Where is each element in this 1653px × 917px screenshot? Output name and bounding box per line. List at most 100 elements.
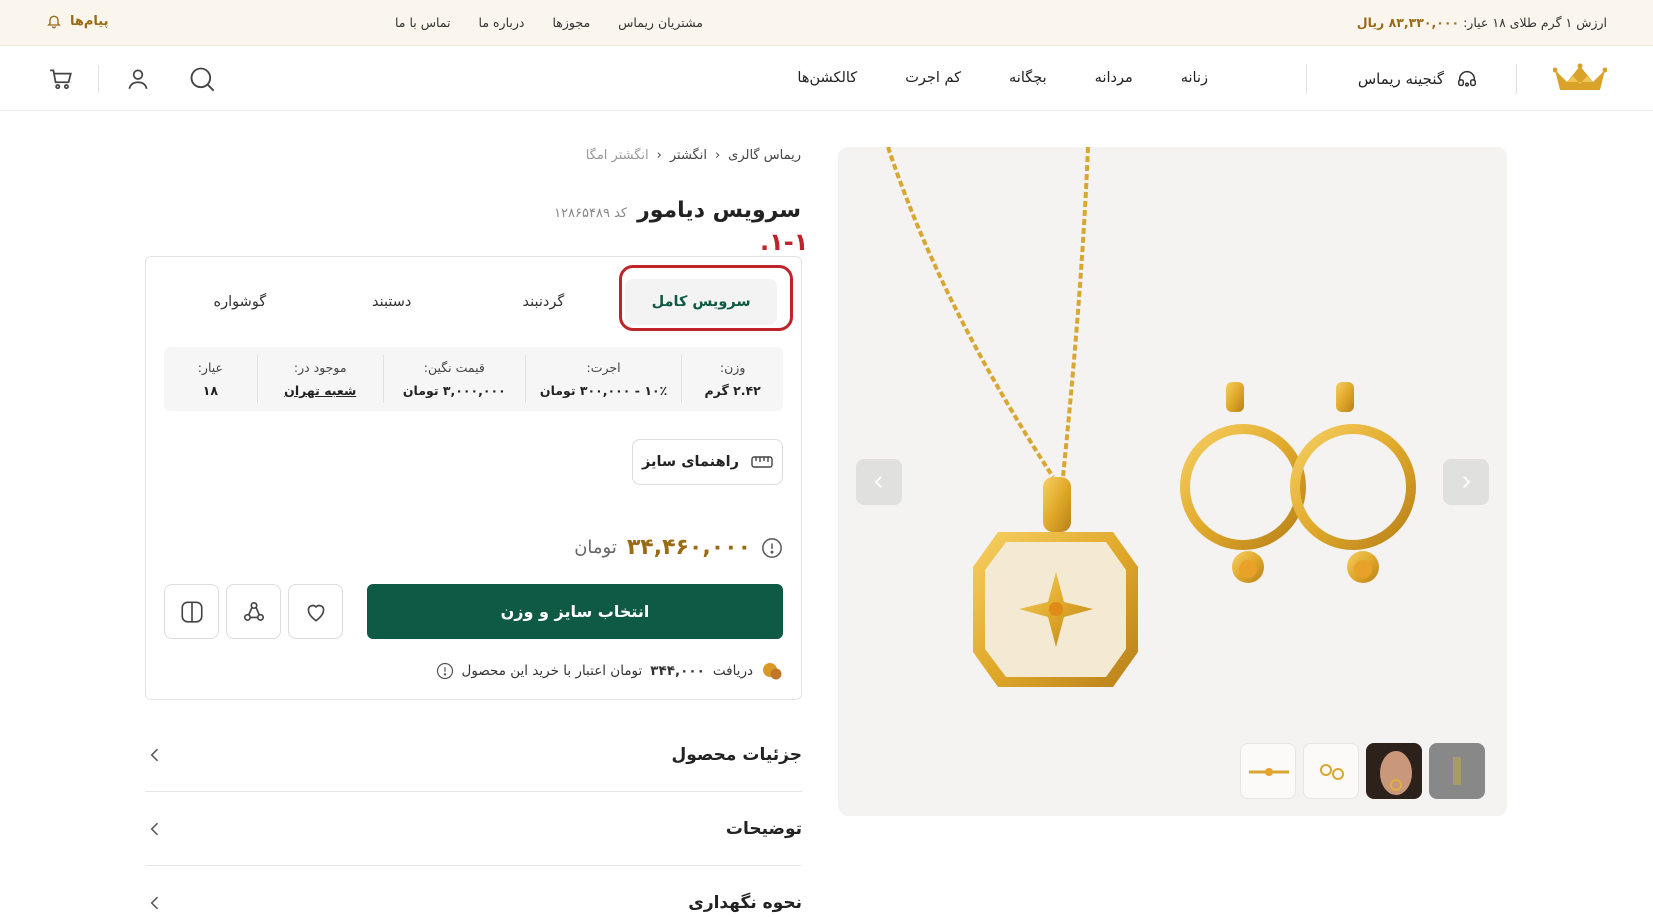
nav-divider: [1516, 64, 1517, 94]
treasury-link[interactable]: گنجینه ریماس: [1358, 68, 1478, 90]
top-link-about[interactable]: درباره ما: [479, 15, 525, 30]
gallery-thumbnail[interactable]: [1366, 743, 1422, 799]
thumbnail-image: [1320, 764, 1344, 780]
tab-bracelet[interactable]: دستبند: [316, 275, 468, 329]
accordion-label: نحوه نگهداری: [688, 893, 802, 913]
share-button[interactable]: [226, 584, 281, 639]
top-link-licenses[interactable]: مجوزها: [552, 15, 590, 30]
chevron-left-icon: [150, 822, 159, 835]
spec-karat: عیار: ۱۸: [164, 355, 257, 403]
heart-icon: [307, 604, 324, 622]
chevron-left-icon: ‹: [714, 148, 721, 163]
wishlist-button[interactable]: [288, 584, 343, 639]
branch-link[interactable]: شعبه تهران: [284, 383, 356, 398]
credit-prefix: دریافت: [712, 663, 753, 679]
product-image: [886, 147, 1416, 687]
compare-icon: [180, 600, 203, 623]
messages-button[interactable]: پیام‌ها: [46, 13, 109, 29]
tab-earring[interactable]: گوشواره: [164, 275, 316, 329]
spec-value: ۱۰٪ - ۳۰۰,۰۰۰ تومان: [539, 383, 668, 398]
product-code: کد ۱۲۸۶۵۴۸۹: [554, 206, 628, 221]
top-links: مشتریان ریماس مجوزها درباره ما تماس با م…: [395, 15, 703, 30]
gallery-thumbnail[interactable]: [1303, 743, 1359, 799]
chevron-left-icon: [150, 896, 159, 910]
gallery-next-button[interactable]: [1443, 459, 1489, 505]
nav-link-collections[interactable]: کالکشن‌ها: [797, 70, 857, 86]
accordion-care[interactable]: نحوه نگهداری: [145, 866, 802, 917]
top-bar: ارزش ۱ گرم طلای ۱۸ عیار: ۸۳,۳۳۰,۰۰۰ ریال…: [0, 0, 1653, 46]
accordion-description[interactable]: توضیحات: [145, 792, 802, 866]
gallery-prev-button[interactable]: [856, 459, 902, 505]
spec-weight: وزن: ۲.۴۲ گرم: [681, 355, 783, 403]
spec-label: وزن:: [719, 360, 746, 375]
gold-price-value: ۸۳,۳۳۰,۰۰۰ ریال: [1356, 15, 1460, 30]
product-title-row: سرویس دیامور کد ۱۲۸۶۵۴۸۹: [554, 198, 801, 223]
accordion-product-details[interactable]: جزئیات محصول: [145, 718, 802, 792]
nav-link-women[interactable]: زنانه: [1181, 70, 1208, 86]
breadcrumb-item[interactable]: ریماس گالری: [728, 148, 801, 163]
spec-label: عیار:: [197, 360, 223, 375]
price-amount: ۳۴,۴۶۰,۰۰۰: [626, 535, 751, 560]
thumbnail-image: [1453, 757, 1461, 785]
spec-wage: اجرت: ۱۰٪ - ۳۰۰,۰۰۰ تومان: [524, 355, 681, 403]
product-gallery: [838, 147, 1507, 816]
nav-link-low-wage[interactable]: کم اجرت: [905, 70, 961, 86]
nav-divider: [1306, 64, 1307, 94]
select-size-weight-button[interactable]: انتخاب سایز و وزن: [367, 584, 783, 639]
gold-price-label: ارزش ۱ گرم طلای ۱۸ عیار:: [1463, 15, 1607, 30]
coins-icon: [763, 663, 782, 680]
top-link-customers[interactable]: مشتریان ریماس: [618, 15, 703, 30]
spec-table: وزن: ۲.۴۲ گرم اجرت: ۱۰٪ - ۳۰۰,۰۰۰ تومان …: [164, 347, 783, 411]
bell-icon: [47, 15, 61, 29]
cart-button[interactable]: [46, 64, 76, 94]
crown-icon: [1552, 63, 1608, 90]
icon-divider: [98, 65, 99, 93]
gallery-thumbnail[interactable]: [1429, 743, 1485, 799]
ruler-icon: [751, 456, 773, 468]
credit-note: دریافت ۳۴۴,۰۰۰ تومان اعتبار با خرید این …: [436, 661, 783, 681]
breadcrumb: ریماس گالری ‹ انگشتر ‹ انگشتر امگا: [586, 148, 801, 163]
spec-label: اجرت:: [586, 360, 621, 375]
nav-link-men[interactable]: مردانه: [1095, 70, 1133, 86]
accordion-label: توضیحات: [725, 818, 802, 839]
spec-value: ۲.۴۲ گرم: [704, 383, 761, 398]
product-title: سرویس دیامور: [637, 198, 801, 223]
info-icon[interactable]: [436, 662, 454, 680]
user-icon: [128, 69, 148, 90]
nav-icons: [46, 64, 217, 94]
tab-necklace[interactable]: گردنبند: [468, 275, 620, 329]
size-guide-button[interactable]: راهنمای سایز: [632, 439, 783, 485]
spec-label: موجود در:: [293, 360, 347, 375]
top-link-contact[interactable]: تماس با ما: [395, 15, 451, 30]
accordion-label: جزئیات محصول: [671, 744, 802, 765]
spec-stone-price: قیمت نگین: ۳,۰۰۰,۰۰۰ تومان: [382, 355, 525, 403]
spec-value: ۳,۰۰۰,۰۰۰ تومان: [402, 383, 506, 398]
treasury-label: گنجینه ریماس: [1357, 70, 1444, 88]
breadcrumb-current: انگشتر امگا: [585, 148, 649, 163]
chevron-left-icon: [150, 748, 159, 761]
price-currency: تومان: [574, 537, 617, 558]
search-icon: [190, 67, 215, 92]
crown-logo[interactable]: [1552, 62, 1608, 98]
messages-label: پیام‌ها: [70, 13, 109, 29]
cart-icon: [50, 69, 72, 90]
credit-suffix: تومان اعتبار با خرید این محصول: [461, 663, 643, 679]
annotation-label: ۱-۱.: [760, 228, 809, 256]
thumbnail-image: [1249, 768, 1289, 776]
spec-value: ۱۸: [202, 383, 218, 398]
account-button[interactable]: [123, 64, 153, 94]
annotation-highlight-box: [619, 265, 793, 331]
main-navigation: گنجینه ریماس زنانه مردانه بچگانه کم اجرت…: [0, 46, 1653, 111]
nav-link-kids[interactable]: بچگانه: [1009, 70, 1047, 86]
breadcrumb-item[interactable]: انگشتر: [670, 148, 707, 163]
gold-price-ticker: ارزش ۱ گرم طلای ۱۸ عیار: ۸۳,۳۳۰,۰۰۰ ریال: [1357, 15, 1607, 30]
compare-button[interactable]: [164, 584, 219, 639]
info-icon[interactable]: [761, 537, 783, 559]
gallery-thumbnail[interactable]: [1240, 743, 1296, 799]
headset-icon: [1458, 71, 1476, 87]
credit-amount: ۳۴۴,۰۰۰: [650, 663, 705, 679]
spec-label: قیمت نگین:: [423, 360, 485, 375]
share-icon: [243, 601, 264, 621]
chevron-left-icon: [874, 476, 882, 488]
search-button[interactable]: [187, 64, 217, 94]
